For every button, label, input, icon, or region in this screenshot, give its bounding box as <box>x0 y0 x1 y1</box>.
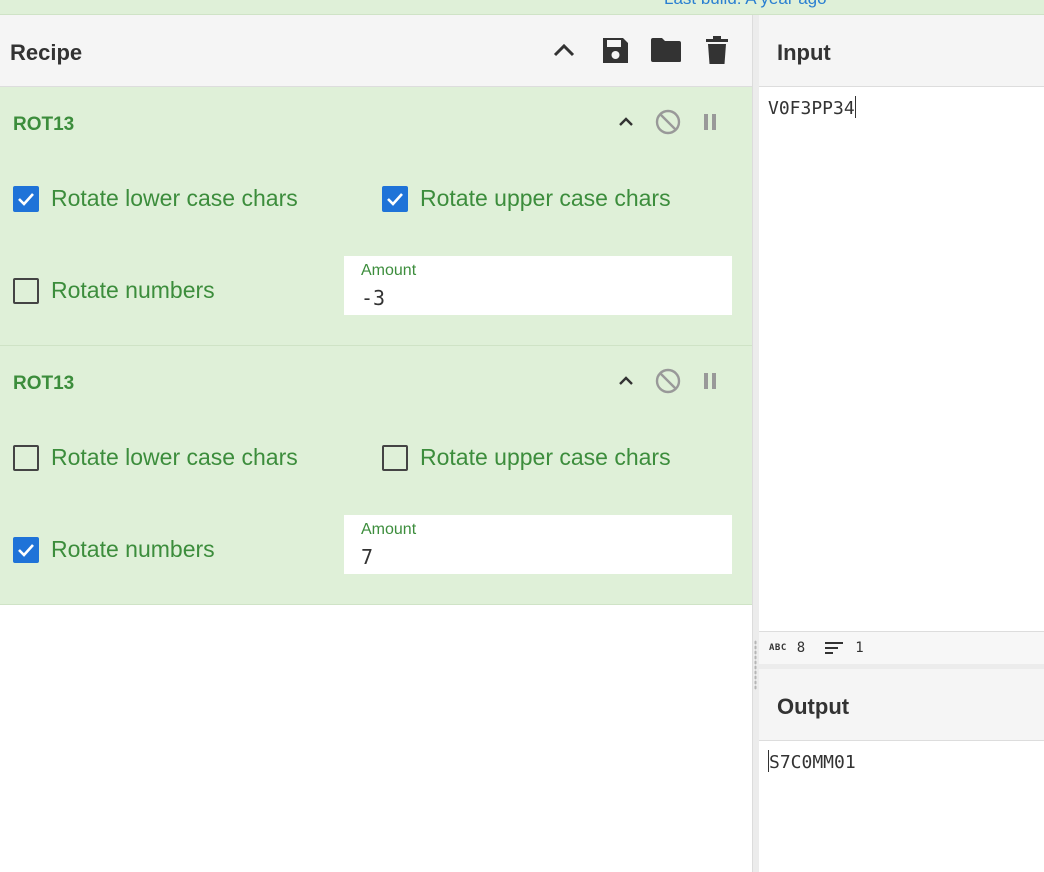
input-text: V0F3PP34 <box>768 98 855 119</box>
output-textarea[interactable]: S7C0MM01 <box>768 750 856 773</box>
checkbox-checked[interactable] <box>382 185 408 212</box>
input-header: Input <box>759 15 1044 87</box>
input-textarea[interactable]: V0F3PP34 <box>768 96 856 119</box>
operation-rot13-1: ROT13 Rotate lower case chars Rotate upp… <box>0 87 752 346</box>
rotate-lower-label: Rotate lower case chars <box>51 185 298 211</box>
top-strip: Last build: A year ago <box>0 0 1044 15</box>
rotate-numbers-label: Rotate numbers <box>51 536 215 562</box>
amount-field[interactable]: Amount -3 <box>344 256 732 315</box>
amount-field[interactable]: Amount 7 <box>344 515 732 574</box>
rotate-lower-checkbox[interactable]: Rotate lower case chars <box>13 444 298 471</box>
amount-label: Amount <box>361 521 417 538</box>
amount-value[interactable]: 7 <box>361 545 373 569</box>
amount-value[interactable]: -3 <box>361 286 385 310</box>
output-header: Output <box>759 669 1044 741</box>
checkbox-unchecked[interactable] <box>13 277 39 304</box>
recipe-panel: Recipe ROT13 Rotate lower case chars Rot… <box>0 15 752 872</box>
last-build-link[interactable]: Last build: A year ago <box>664 0 827 9</box>
char-count: 8 <box>796 640 806 656</box>
operation-title: ROT13 <box>13 373 75 394</box>
pause-icon[interactable] <box>697 109 723 135</box>
rotate-lower-checkbox[interactable]: Rotate lower case chars <box>13 185 298 212</box>
chevron-up-icon[interactable] <box>613 109 639 135</box>
chevron-up-icon[interactable] <box>548 34 580 66</box>
lines-icon <box>825 641 844 655</box>
output-panel: Output S7C0MM01 <box>759 669 1044 872</box>
input-title: Input <box>777 40 831 65</box>
recipe-title: Recipe <box>10 40 83 65</box>
disable-icon[interactable] <box>655 368 681 394</box>
output-title: Output <box>777 694 850 719</box>
checkbox-unchecked[interactable] <box>382 444 408 471</box>
chevron-up-icon[interactable] <box>613 368 639 394</box>
input-status-bar: ABC 8 1 <box>759 631 1044 665</box>
rotate-upper-checkbox[interactable]: Rotate upper case chars <box>382 444 671 471</box>
drag-handle-icon[interactable] <box>754 640 757 690</box>
rotate-numbers-checkbox[interactable]: Rotate numbers <box>13 277 215 304</box>
save-icon[interactable] <box>599 34 631 66</box>
rotate-upper-label: Rotate upper case chars <box>420 444 671 470</box>
rotate-lower-label: Rotate lower case chars <box>51 444 298 470</box>
folder-icon[interactable] <box>650 34 682 66</box>
operation-title: ROT13 <box>13 114 75 135</box>
input-panel: Input V0F3PP34 <box>759 15 1044 631</box>
rotate-upper-label: Rotate upper case chars <box>420 185 671 211</box>
text-caret <box>854 96 856 118</box>
rotate-upper-checkbox[interactable]: Rotate upper case chars <box>382 185 671 212</box>
line-count: 1 <box>855 640 864 656</box>
rotate-numbers-label: Rotate numbers <box>51 277 215 303</box>
output-text: S7C0MM01 <box>769 752 856 773</box>
checkbox-unchecked[interactable] <box>13 444 39 471</box>
trash-icon[interactable] <box>701 34 733 66</box>
abc-icon: ABC <box>769 643 787 653</box>
disable-icon[interactable] <box>655 109 681 135</box>
recipe-header: Recipe <box>0 15 752 87</box>
rotate-numbers-checkbox[interactable]: Rotate numbers <box>13 536 215 563</box>
operation-rot13-2: ROT13 Rotate lower case chars Rotate upp… <box>0 346 752 605</box>
checkbox-checked[interactable] <box>13 185 39 212</box>
amount-label: Amount <box>361 262 417 279</box>
pause-icon[interactable] <box>697 368 723 394</box>
checkbox-checked[interactable] <box>13 536 39 563</box>
